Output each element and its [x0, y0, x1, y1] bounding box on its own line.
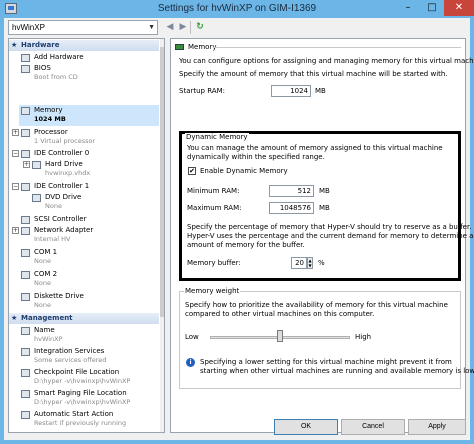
com-port-icon — [21, 271, 30, 279]
sidebar-scroll-thumb[interactable] — [160, 47, 164, 317]
management-section-header[interactable]: ★ Management — [9, 313, 159, 324]
memory-weight-slider-thumb[interactable] — [277, 330, 283, 342]
add-hardware-icon — [21, 54, 30, 62]
hardware-section-header[interactable]: ★ Hardware — [9, 40, 159, 51]
startup-description: Specify the amount of memory that this v… — [179, 70, 448, 78]
startup-ram-input[interactable]: 1024 — [271, 85, 311, 97]
memory-icon — [21, 107, 30, 115]
startup-ram-unit: MB — [315, 87, 326, 95]
memory-weight-group: Memory weight Specify how to prioritize … — [179, 287, 474, 389]
memory-buffer-spinner[interactable]: ▲ ▼ — [307, 257, 313, 269]
memory-icon — [175, 44, 184, 50]
apply-button[interactable]: Apply — [408, 419, 466, 435]
weight-high-label: High — [355, 333, 372, 341]
bios-icon — [21, 65, 30, 73]
client-area: hvWinXP ▼ ◀ ▶ ↻ ★ Hardware Add Hardware … — [4, 18, 474, 440]
weight-low-label: Low — [185, 333, 199, 341]
vm-select-value: hvWinXP — [12, 23, 45, 32]
automatic-start-icon — [21, 411, 30, 419]
minimum-ram-label: Minimum RAM: — [187, 187, 240, 195]
weight-desc-line1: Specify how to prioritize the availabili… — [185, 301, 448, 309]
settings-window: Settings for hvWinXP on GIM-I1369 – □ ✕ … — [0, 0, 474, 444]
collapse-icon[interactable]: − — [12, 150, 19, 157]
forward-arrow-icon[interactable]: ▶ — [177, 21, 189, 33]
settings-tree: ★ Hardware Add Hardware BIOS Boot from C… — [8, 38, 165, 433]
memory-buffer-label: Memory buffer: — [187, 259, 241, 267]
ok-button[interactable]: OK — [274, 419, 338, 435]
toolbar-divider — [190, 21, 191, 34]
close-button[interactable]: ✕ — [444, 0, 474, 16]
collapse-icon[interactable]: ★ — [11, 313, 17, 324]
ide-controller-icon — [21, 150, 30, 158]
name-icon — [21, 327, 30, 335]
collapse-icon[interactable]: ★ — [11, 40, 17, 51]
com-port-icon — [21, 249, 30, 257]
diskette-drive-icon — [21, 293, 30, 301]
enable-dynamic-memory-checkbox[interactable]: ✔ — [188, 167, 196, 175]
network-adapter-icon — [21, 227, 30, 235]
dynamic-desc-line1: You can manage the amount of memory assi… — [187, 144, 443, 152]
toolbar: hvWinXP ▼ ◀ ▶ ↻ — [4, 18, 470, 38]
minimum-ram-input[interactable]: 512 — [269, 185, 314, 197]
header-divider — [213, 47, 461, 48]
smart-paging-icon — [21, 390, 30, 398]
collapse-icon[interactable]: − — [12, 183, 19, 190]
expand-icon[interactable]: + — [23, 161, 30, 168]
buffer-desc-line3: amount of memory for the buffer. — [187, 241, 305, 249]
buffer-desc-line1: Specify the percentage of memory that Hy… — [187, 223, 472, 231]
expand-icon[interactable]: + — [12, 129, 19, 136]
minimum-ram-unit: MB — [319, 187, 330, 195]
memory-settings-panel: Memory You can configure options for ass… — [170, 38, 474, 433]
expand-icon[interactable]: + — [12, 227, 19, 234]
memory-buffer-input[interactable]: 20 — [291, 257, 307, 269]
dynamic-memory-legend: Dynamic Memory — [185, 133, 249, 141]
vm-select-dropdown[interactable]: hvWinXP ▼ — [8, 20, 158, 35]
memory-buffer-percent: % — [318, 259, 325, 267]
enable-dynamic-memory-label: Enable Dynamic Memory — [200, 167, 288, 175]
memory-intro-text: You can configure options for assigning … — [179, 57, 474, 65]
info-icon: i — [186, 358, 195, 367]
integration-services-icon — [21, 348, 30, 356]
maximum-ram-input[interactable]: 1048576 — [269, 202, 314, 214]
scsi-controller-icon — [21, 216, 30, 224]
maximum-ram-unit: MB — [319, 204, 330, 212]
refresh-icon[interactable]: ↻ — [194, 21, 206, 33]
minimize-button[interactable]: – — [396, 0, 420, 16]
title-bar[interactable]: Settings for hvWinXP on GIM-I1369 – □ ✕ — [0, 0, 474, 18]
memory-weight-legend: Memory weight — [184, 287, 241, 295]
ide-controller-icon — [21, 183, 30, 191]
dynamic-memory-group: Dynamic Memory You can manage the amount… — [179, 131, 474, 281]
back-arrow-icon[interactable]: ◀ — [164, 21, 176, 33]
weight-info-line2: starting when other virtual machines are… — [200, 367, 474, 375]
dynamic-desc-line2: dynamically within the specified range. — [187, 153, 325, 161]
dvd-drive-icon — [32, 194, 41, 202]
maximize-button[interactable]: □ — [420, 0, 444, 16]
startup-ram-label: Startup RAM: — [179, 87, 225, 95]
weight-desc-line2: compared to other virtual machines on th… — [185, 310, 375, 318]
checkpoint-icon — [21, 369, 30, 377]
cancel-button[interactable]: Cancel — [341, 419, 405, 435]
hard-drive-icon — [32, 161, 41, 169]
weight-info-line1: Specifying a lower setting for this virt… — [200, 358, 452, 366]
buffer-desc-line2: Hyper-V uses the percentage and the curr… — [187, 232, 474, 240]
maximum-ram-label: Maximum RAM: — [187, 204, 242, 212]
processor-icon — [21, 129, 30, 137]
chevron-down-icon: ▼ — [148, 24, 155, 31]
